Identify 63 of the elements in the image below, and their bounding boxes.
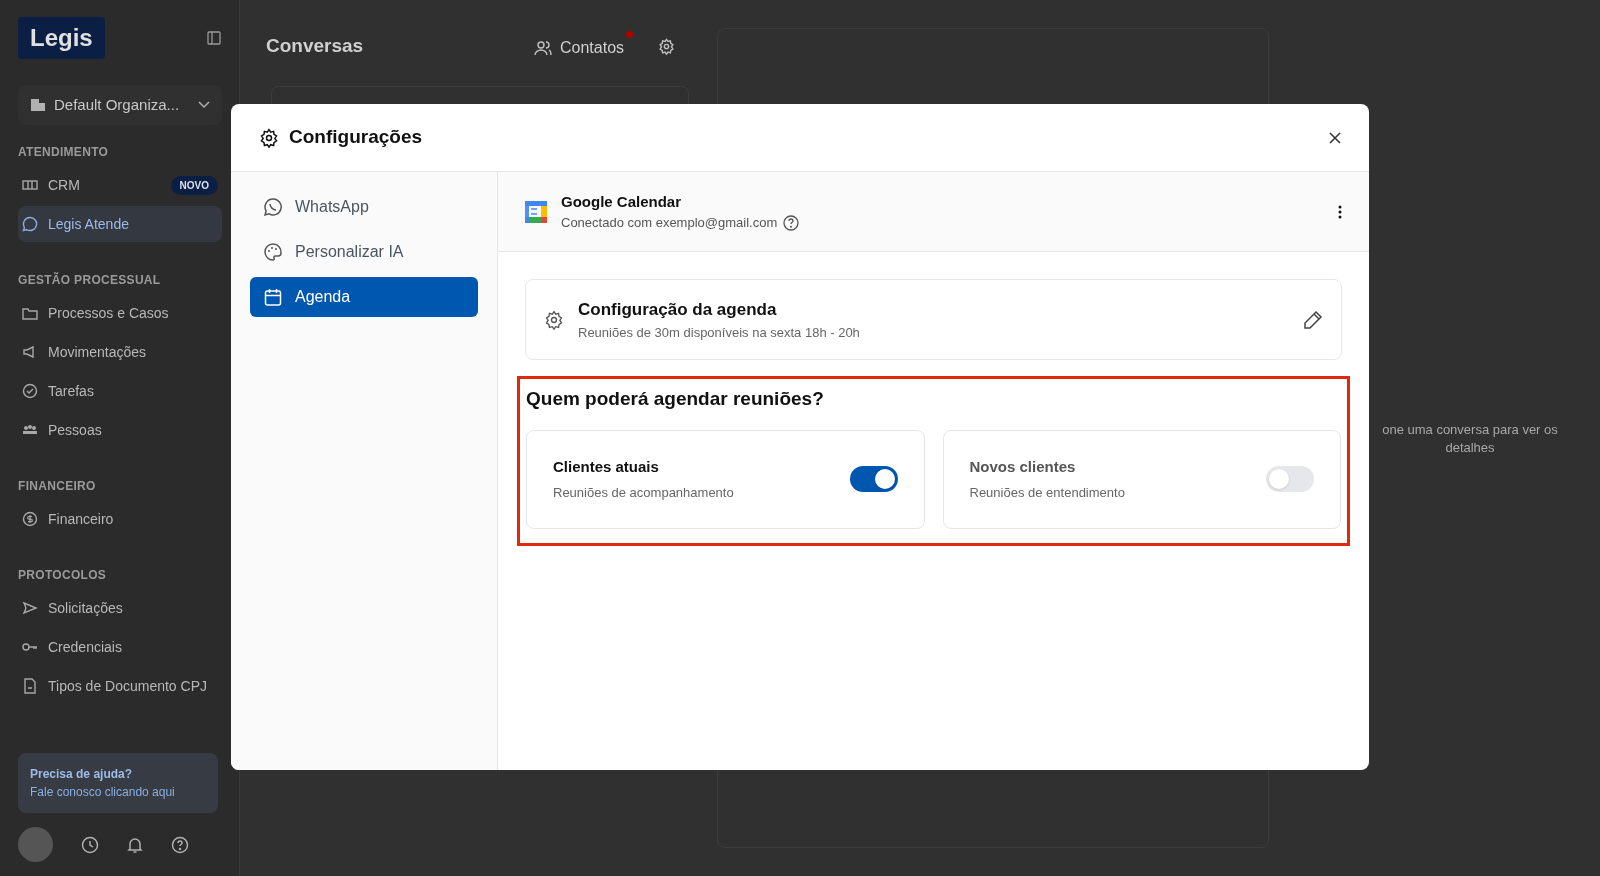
new-badge: NOVO xyxy=(170,175,218,195)
help-card[interactable]: Precisa de ajuda? Fale conosco clicando aqui xyxy=(18,753,218,813)
folder-icon xyxy=(22,305,38,321)
sidebar-item[interactable]: Tarefas xyxy=(18,373,222,409)
sidebar-item[interactable]: Tipos de Documento CPJ xyxy=(18,668,222,704)
page-title: Conversas xyxy=(266,33,365,58)
document-icon xyxy=(22,678,38,694)
toggle-switch[interactable] xyxy=(849,466,898,492)
settings-icon xyxy=(259,127,279,148)
section-question: Quem poderá agendar reuniões? xyxy=(526,387,825,411)
sidebar-item[interactable]: Credenciais xyxy=(18,629,222,665)
integration-name: Google Calendar xyxy=(561,191,683,212)
columns-icon xyxy=(22,177,38,193)
logo: Legis xyxy=(18,17,105,59)
settings-tab[interactable]: WhatsApp xyxy=(250,187,478,227)
schedule-title: Configuração da agenda xyxy=(578,299,778,321)
more-options-icon[interactable] xyxy=(1338,204,1342,219)
help-title: Precisa de ajuda? xyxy=(30,766,134,783)
people-icon xyxy=(534,40,552,56)
section-heading: ATENDIMENTO xyxy=(18,144,110,161)
palette-icon xyxy=(263,242,283,262)
dialog-title: Configurações xyxy=(289,125,423,150)
organization-select[interactable]: Default Organiza... xyxy=(18,85,222,125)
option-title: Clientes atuais xyxy=(553,457,660,477)
schedule-subtitle: Reuniões de 30m disponíveis na sexta 18h - 20h xyxy=(578,323,860,342)
edit-icon[interactable] xyxy=(1303,309,1323,330)
chat-bubble-icon xyxy=(263,197,283,217)
building-icon xyxy=(30,98,46,112)
check-circle-icon xyxy=(22,383,38,399)
option-subtitle: Reuniões de entendimento xyxy=(969,483,1126,502)
settings-tab[interactable]: Personalizar IA xyxy=(250,232,478,272)
close-icon[interactable] xyxy=(1329,131,1341,144)
chevron-down-icon xyxy=(198,101,210,109)
send-icon xyxy=(22,600,38,616)
section-heading: PROTOCOLOS xyxy=(18,567,108,584)
contacts-button[interactable]: Contatos xyxy=(534,30,635,62)
sidebar-item[interactable]: Movimentações xyxy=(18,334,222,370)
sidebar-item[interactable]: Solicitações xyxy=(18,590,222,626)
section-heading: FINANCEIRO xyxy=(18,478,97,495)
sidebar-item[interactable]: Pessoas xyxy=(18,412,222,448)
sidebar-item[interactable]: CRM NOVO xyxy=(18,167,222,203)
calendar-app-icon xyxy=(525,200,547,223)
sidebar-toggle-icon[interactable] xyxy=(207,31,221,45)
settings-tab[interactable]: Agenda xyxy=(250,277,478,317)
help-icon[interactable] xyxy=(171,835,189,854)
sidebar-item[interactable]: Legis Atende xyxy=(18,206,222,242)
integration-status: Conectado com exemplo@gmail.com xyxy=(561,214,778,232)
dollar-icon xyxy=(22,511,38,527)
option-subtitle: Reuniões de acompanhamento xyxy=(553,483,735,502)
sidebar-item[interactable]: Processos e Casos xyxy=(18,295,222,331)
chat-bubble-icon xyxy=(22,216,38,232)
sidebar-item[interactable]: Financeiro xyxy=(18,501,222,537)
section-heading: GESTÃO PROCESSUAL xyxy=(18,271,162,289)
help-link[interactable]: Fale conosco clicando aqui xyxy=(30,783,206,801)
option-title: Novos clientes xyxy=(969,457,1077,477)
calendar-icon xyxy=(263,287,283,307)
empty-state-text: one uma conversa para ver os detalhes xyxy=(1381,421,1559,457)
clock-icon[interactable] xyxy=(81,835,99,854)
toggle-switch[interactable] xyxy=(1266,466,1314,492)
help-icon[interactable] xyxy=(783,214,800,231)
bell-icon[interactable] xyxy=(127,835,143,854)
settings-icon[interactable] xyxy=(658,37,676,55)
settings-icon xyxy=(544,309,564,330)
